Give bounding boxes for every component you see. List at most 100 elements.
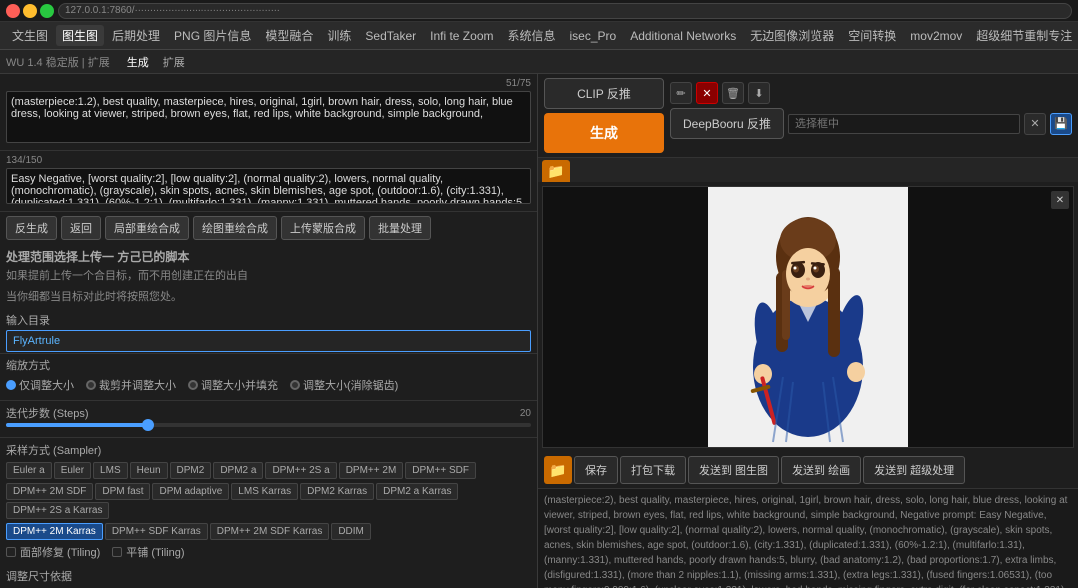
sub-nav-extend[interactable]: 扩展 — [158, 53, 190, 71]
right-top-section: CLIP 反推 生成 ✏ ✕ 🗑 ⬇ DeepBooru 反推 ✕ 💾 — [538, 74, 1078, 158]
send-to-extras-button[interactable]: 发送到 超级处理 — [863, 456, 965, 484]
sampler-dpmadaptive[interactable]: DPM adaptive — [152, 483, 229, 500]
sampler-dpmfast[interactable]: DPM fast — [95, 483, 150, 500]
apply-style-icon[interactable]: ✕ — [1024, 113, 1046, 135]
nav-postprocess[interactable]: 后期处理 — [106, 25, 166, 46]
resize-option-4[interactable]: 调整大小(消除锯齿) — [290, 377, 398, 393]
tab-return[interactable]: 返回 — [61, 216, 101, 240]
close-button[interactable] — [6, 4, 20, 18]
nav-addnets[interactable]: Additional Networks — [624, 27, 742, 45]
sampler-euler-a[interactable]: Euler a — [6, 462, 52, 479]
nav-sedtaker[interactable]: SedTaker — [359, 27, 422, 45]
image-tabs: 📁 — [538, 158, 1078, 182]
tab-regress[interactable]: 反生成 — [6, 216, 57, 240]
sampler-ddim[interactable]: DDIM — [331, 523, 371, 540]
resize-radio-1 — [6, 380, 16, 390]
tab-batch[interactable]: 批量处理 — [369, 216, 431, 240]
sub-nav-generate[interactable]: 生成 — [122, 53, 154, 71]
sampler-dpmsdf[interactable]: DPM++ SDF — [405, 462, 476, 479]
minimize-button[interactable] — [23, 4, 37, 18]
resize-option-3[interactable]: 调整大小并填充 — [188, 377, 278, 393]
sampler-buttons-row3: DPM++ 2M Karras DPM++ SDF Karras DPM++ 2… — [6, 523, 531, 540]
sampler-dpm2karras[interactable]: DPM2 Karras — [300, 483, 374, 500]
neg-token-count: 134/150 — [6, 155, 42, 166]
down-icon[interactable]: ⬇ — [748, 82, 770, 104]
positive-prompt-input[interactable]: (masterpiece:1.2), best quality, masterp… — [6, 91, 531, 143]
generate-button[interactable]: 生成 — [544, 113, 664, 153]
sampler-lmskarras[interactable]: LMS Karras — [231, 483, 298, 500]
resize-option-1[interactable]: 仅调整大小 — [6, 377, 74, 393]
sampler-dpm2[interactable]: DPM2 — [170, 462, 212, 479]
nav-browser[interactable]: 无边图像浏览器 — [744, 25, 840, 46]
size-row: 调整尺寸依据 — [0, 564, 537, 588]
save-button[interactable]: 保存 — [574, 456, 618, 484]
steps-slider-bar[interactable] — [6, 423, 531, 427]
send-to-img2img-button[interactable]: 发送到 图生图 — [688, 456, 779, 484]
restore-faces-checkbox[interactable]: 面部修复 (Tiling) — [6, 544, 100, 560]
sampler-heun[interactable]: Heun — [130, 462, 168, 479]
resize-radio-4 — [290, 380, 300, 390]
deepbooru-row: DeepBooru 反推 ✕ 💾 — [670, 108, 1072, 139]
left-panel: 51/75 (masterpiece:1.2), best quality, m… — [0, 74, 538, 588]
nav-txt2img[interactable]: 文生图 — [6, 25, 54, 46]
input-dir-field[interactable] — [6, 330, 531, 352]
send-to-inpaint-button[interactable]: 发送到 绘画 — [781, 456, 861, 484]
url-bar[interactable] — [58, 3, 1072, 19]
trash-icon[interactable]: 🗑 — [722, 82, 744, 104]
sampler-dpm2sakarras[interactable]: DPM++ 2S a Karras — [6, 502, 109, 519]
nav-mov2mov[interactable]: mov2mov — [904, 27, 968, 45]
sampler-dpm2msdf[interactable]: DPM++ 2M SDF — [6, 483, 93, 500]
restore-faces-box — [6, 547, 16, 557]
steps-slider-fill — [6, 423, 148, 427]
script-title: 处理范围选择上传一 方己已的脚本 — [6, 248, 531, 265]
info-area: (masterpiece:2), best quality, masterpie… — [538, 488, 1078, 588]
zip-button[interactable]: 打包下载 — [620, 456, 686, 484]
sampler-dpm2sa[interactable]: DPM++ 2S a — [265, 462, 336, 479]
steps-label-row: 迭代步数 (Steps) 20 — [6, 405, 531, 421]
edit-icon[interactable]: ✏ — [670, 82, 692, 104]
sampler-dpm2m[interactable]: DPM++ 2M — [339, 462, 404, 479]
sampler-dpmsdfkarras[interactable]: DPM++ SDF Karras — [105, 523, 208, 540]
sampler-buttons-row1: Euler a Euler LMS Heun DPM2 DPM2 a DPM++… — [6, 462, 531, 479]
right-action-buttons: CLIP 反推 生成 — [544, 78, 664, 153]
resize-radio-3 — [188, 380, 198, 390]
browser-controls — [6, 4, 54, 18]
nav-space[interactable]: 空间转换 — [842, 25, 902, 46]
sampler-dpm2a[interactable]: DPM2 a — [213, 462, 263, 479]
image-close-icon[interactable]: ✕ — [1051, 191, 1069, 209]
style-input[interactable] — [788, 114, 1020, 134]
negative-prompt-section: 134/150 Easy Negative, [worst quality:2]… — [0, 151, 537, 212]
image-container: ✕ — [542, 186, 1074, 448]
deepbooru-button[interactable]: DeepBooru 反推 — [670, 108, 784, 139]
nav-infinite-zoom[interactable]: Infi te Zoom — [424, 27, 499, 45]
sampler-lms[interactable]: LMS — [93, 462, 128, 479]
folder-button[interactable]: 📁 — [544, 456, 572, 484]
clip-button[interactable]: CLIP 反推 — [544, 78, 664, 109]
sampler-dpm2msdfkarras[interactable]: DPM++ 2M SDF Karras — [210, 523, 330, 540]
nav-img2img[interactable]: 图生图 — [56, 25, 104, 46]
nav-png-info[interactable]: PNG 图片信息 — [168, 25, 257, 46]
image-tab-folder[interactable]: 📁 — [542, 160, 570, 182]
neg-prompt-header: 134/150 — [6, 155, 531, 166]
negative-prompt-input[interactable]: Easy Negative, [worst quality:2], [low q… — [6, 168, 531, 204]
script-section: 处理范围选择上传一 方己已的脚本 如果提前上传一个合目标，而不用创建正在的出自 … — [0, 244, 537, 353]
nav-model-merge[interactable]: 模型融合 — [259, 25, 319, 46]
nav-superdetail[interactable]: 超级细节重制专注 — [970, 25, 1078, 46]
tab-draw-compose[interactable]: 绘图重绘合成 — [193, 216, 277, 240]
tab-inpaint-compose[interactable]: 局部重绘合成 — [105, 216, 189, 240]
maximize-button[interactable] — [40, 4, 54, 18]
tiling-checkbox[interactable]: 平铺 (Tiling) — [112, 544, 184, 560]
save-style-icon[interactable]: 💾 — [1050, 113, 1072, 135]
nav-sysinfo[interactable]: 系统信息 — [501, 25, 561, 46]
top-nav: 文生图 图生图 后期处理 PNG 图片信息 模型融合 训练 SedTaker I… — [0, 22, 1078, 50]
tiling-box — [112, 547, 122, 557]
sampler-dpm2mkarras[interactable]: DPM++ 2M Karras — [6, 523, 103, 540]
nav-train[interactable]: 训练 — [321, 25, 357, 46]
steps-slider-thumb — [142, 419, 154, 431]
resize-option-2[interactable]: 裁剪并调整大小 — [86, 377, 176, 393]
sampler-dpm2akarras[interactable]: DPM2 a Karras — [376, 483, 458, 500]
close-icon[interactable]: ✕ — [696, 82, 718, 104]
tab-upload-mask[interactable]: 上传蒙版合成 — [281, 216, 365, 240]
sampler-euler[interactable]: Euler — [54, 462, 91, 479]
nav-isec[interactable]: isec_Pro — [564, 27, 623, 45]
